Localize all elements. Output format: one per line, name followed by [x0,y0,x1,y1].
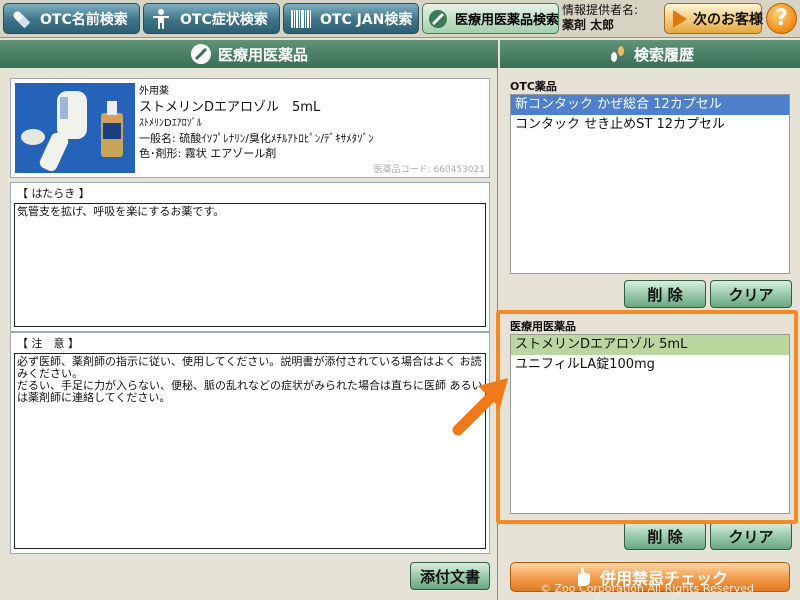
next-customer-button[interactable]: 次のお客様 [664,3,763,34]
otc-delete-label: 削 除 [647,285,683,304]
otc-symptom-search-button[interactable]: OTC症状検索 [143,3,280,34]
drug-name: ストメリンDエアロゾル 5mL [139,100,321,115]
help-icon: ? [775,6,788,31]
drug-info: 外用薬 ストメリンDエアロゾル 5mL ｽﾄﾒﾘﾝDｴｱﾛｿﾞﾙ 一般名: 硫酸… [139,85,374,161]
left-section-header: 医療用医薬品 [0,40,498,68]
drug-detail-panel: 外用薬 ストメリンDエアロゾル 5mL ｽﾄﾒﾘﾝDｴｱﾛｿﾞﾙ 一般名: 硫酸… [0,68,498,600]
otc-history-label: OTC薬品 [510,80,557,93]
pill-icon [427,6,449,32]
rx-delete-button[interactable]: 削 除 [624,522,706,550]
drug-category: 外用薬 [139,86,169,97]
pill-icon [190,44,211,64]
otc-symptom-search-label: OTC症状検索 [180,11,268,28]
attached-document-label: 添付文書 [419,567,480,586]
otc-name-search-label: OTC名前検索 [40,11,128,28]
otc-name-search-button[interactable]: OTC名前検索 [3,3,140,34]
drug-code: 医薬品コード: 660453021 [373,165,485,175]
otc-jan-search-button[interactable]: OTC JAN検索 [283,3,419,34]
otc-jan-search-label: OTC JAN検索 [320,11,413,28]
drug-card: 外用薬 ストメリンDエアロゾル 5mL ｽﾄﾒﾘﾝDｴｱﾛｿﾞﾙ 一般名: 硫酸… [10,78,490,178]
drug-form: 色･剤形: 霧状 エアゾール剤 [139,147,277,160]
right-section-header: 検索履歴 [500,40,800,68]
barcode-icon [288,6,314,32]
otc-delete-button[interactable]: 削 除 [624,280,706,308]
copyright-text: © Zoo Corporation All Rights Reserved [540,582,754,595]
highlight-frame [496,310,798,524]
left-header-title: 医療用医薬品 [217,45,308,64]
footprints-icon [610,46,624,62]
action-title: 【 はたらき 】 [17,187,90,200]
action-text: 気管支を拡げ、呼吸を楽にするお薬です。 [14,203,486,327]
list-item[interactable]: 新コンタック かぜ総合 12カプセル [511,95,789,115]
rx-clear-label: クリア [728,527,774,546]
otc-clear-button[interactable]: クリア [710,280,792,308]
otc-history-group: OTC薬品 新コンタック かぜ総合 12カプセル コンタック せき止めST 12… [506,80,794,276]
provider-info: 情報提供者名: 薬剤 太郎 [562,3,662,33]
caution-section: 【 注 意 】 必ず医師、薬剤師の指示に従い、使用してください。説明書が添付され… [10,332,490,554]
caution-title: 【 注 意 】 [17,337,79,350]
otc-clear-label: クリア [728,285,774,304]
capsule-icon [8,6,34,32]
right-header-title: 検索履歴 [633,45,694,64]
top-toolbar: OTC名前検索 OTC症状検索 OTC JAN検索 医療用医薬品検索 情報提供者… [0,0,800,38]
caution-text: 必ず医師、薬剤師の指示に従い、使用してください。説明書が添付されている場合はよく… [14,353,486,549]
list-item[interactable]: コンタック せき止めST 12カプセル [511,115,789,135]
action-section: 【 はたらき 】 気管支を拡げ、呼吸を楽にするお薬です。 [10,182,490,332]
rx-drug-search-label: 医療用医薬品検索 [455,13,559,28]
person-icon [148,6,174,32]
drug-generic-name: 一般名: 硫酸ｲｿﾌﾟﾚﾅﾘﾝ/臭化ﾒﾁﾙｱﾄﾛﾋﾟﾝ/ﾃﾞｷｻﾒﾀｿﾞﾝ [139,132,374,145]
drug-photo [15,83,135,173]
rx-delete-label: 削 除 [647,527,683,546]
rx-clear-button[interactable]: クリア [710,522,792,550]
provider-label: 情報提供者名: [562,3,639,17]
attached-document-button[interactable]: 添付文書 [410,562,490,590]
pointer-arrow-icon [452,378,508,436]
rx-drug-search-button[interactable]: 医療用医薬品検索 [422,3,559,34]
next-customer-label: 次のお客様 [693,11,763,28]
play-icon [673,9,687,28]
help-button[interactable]: ? [766,3,797,34]
otc-history-list[interactable]: 新コンタック かぜ総合 12カプセル コンタック せき止めST 12カプセル [510,94,790,274]
provider-name: 薬剤 太郎 [562,18,615,32]
drug-kana: ｽﾄﾒﾘﾝDｴｱﾛｿﾞﾙ [139,118,202,129]
